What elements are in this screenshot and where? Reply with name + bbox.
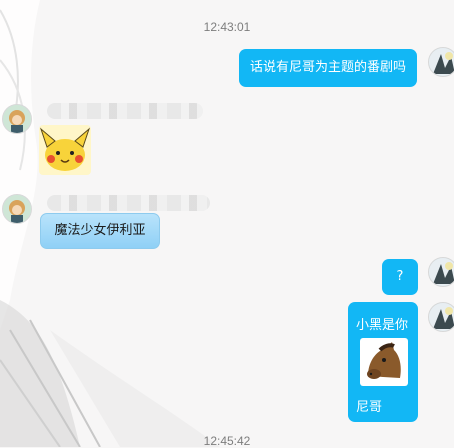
sender-name-blurred — [47, 195, 210, 211]
message-text: ? — [396, 269, 404, 284]
message-text: 魔法少女伊利亚 — [54, 223, 146, 238]
outgoing-message-bubble[interactable]: 小黑是你 尼哥 — [348, 302, 418, 422]
incoming-message-bubble[interactable]: 魔法少女伊利亚 — [40, 213, 160, 249]
contact-avatar-icon[interactable] — [2, 104, 32, 134]
message-text: 尼哥 — [356, 400, 383, 415]
user-avatar-icon[interactable] — [428, 47, 454, 77]
user-avatar-icon[interactable] — [428, 302, 454, 332]
outgoing-message-bubble[interactable]: 话说有尼哥为主题的番剧吗 — [239, 49, 417, 87]
horse-emoji-icon — [360, 338, 408, 386]
contact-avatar-icon[interactable] — [2, 194, 32, 224]
outgoing-message-bubble[interactable]: ? — [382, 259, 418, 295]
message-text: 小黑是你 — [356, 318, 409, 333]
message-text: 话说有尼哥为主题的番剧吗 — [249, 60, 406, 75]
timestamp-bottom: 12:45:42 — [203, 434, 251, 448]
timestamp-top: 12:43:01 — [203, 20, 251, 34]
sender-name-blurred — [47, 103, 203, 119]
pikachu-sticker-icon[interactable] — [39, 125, 91, 175]
user-avatar-icon[interactable] — [428, 257, 454, 287]
